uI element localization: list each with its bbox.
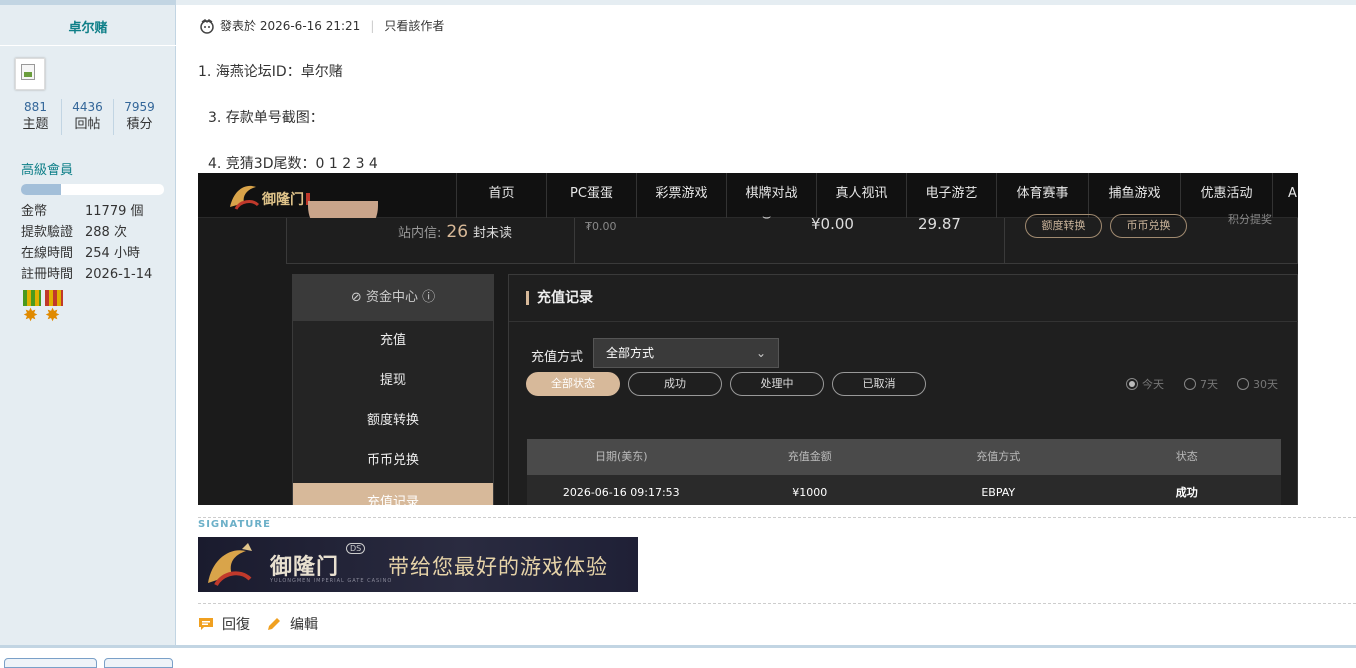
post-line-deposit: 3. 存款单号截图：	[208, 110, 324, 126]
author-stats: 881 主题 4436 回帖 7959 積分	[10, 99, 165, 135]
status-tab-cancelled[interactable]: 已取消	[832, 372, 926, 396]
author-sidebar: 卓尔赌 881 主题 4436 回帖 7959 積分 高級會員 金幣 11779 …	[0, 5, 176, 645]
filter-label: 充值方式	[531, 350, 584, 365]
menu-item-exchange[interactable]: 币币兑换	[293, 441, 493, 481]
avatar[interactable]	[15, 58, 45, 90]
dragon-logo-icon	[208, 543, 252, 587]
menu-item-deposit[interactable]: 充值	[293, 321, 493, 361]
menu-item-withdraw[interactable]: 提现	[293, 361, 493, 401]
range-7d[interactable]: 7天	[1184, 376, 1218, 392]
balance-amount: ¥0.00	[811, 215, 854, 233]
broken-image-icon	[21, 64, 35, 80]
nav-item[interactable]: 捕鱼游戏	[1088, 173, 1180, 218]
exchange-button[interactable]: 币币兑换	[1110, 214, 1187, 238]
casino-logo: 御隆门	[230, 185, 310, 210]
refresh-icon[interactable]: ⌣	[762, 209, 771, 225]
info-row-coins: 金幣 11779 個	[21, 204, 144, 219]
medals: ✸ ✸	[21, 290, 65, 328]
post-meta: 發表於 2026-6-16 21:21 | 只看該作者	[199, 17, 444, 34]
stat-points[interactable]: 7959 積分	[114, 99, 165, 135]
rank-progress-bar	[21, 184, 164, 195]
chevron-down-icon: ⌄	[755, 346, 766, 360]
user-rank[interactable]: 高級會員	[21, 159, 73, 178]
points-amount: 29.87	[918, 215, 961, 233]
table-row: 2026-06-16 09:17:53 ¥1000 EBPAY 成功	[527, 475, 1281, 505]
nav-item[interactable]: 首页	[456, 173, 546, 218]
bottom-button-2[interactable]	[104, 658, 173, 668]
transfer-button[interactable]: 额度转换	[1025, 214, 1102, 238]
nav-item[interactable]: 真人视讯	[816, 173, 906, 218]
nav-item[interactable]: A	[1272, 173, 1298, 218]
edit-pencil-icon	[268, 618, 280, 630]
nav-item[interactable]: 体育赛事	[996, 173, 1088, 218]
edit-button[interactable]: 编輯	[290, 614, 318, 634]
online-status-icon	[200, 18, 214, 34]
stat-replies[interactable]: 4436 回帖	[62, 99, 114, 135]
station-message[interactable]: 站内信: 26 封未读	[398, 222, 512, 242]
info-row-register: 註冊時間 2026-1-14	[21, 267, 153, 282]
deposit-screenshot-image[interactable]: 御隆门 首页 PC蛋蛋 彩票游戏 棋牌对战 真人视讯 电子游艺 体育赛事 捕鱼游戏 优惠活动 A …	[198, 173, 1298, 505]
reply-icon	[199, 618, 213, 630]
fund-center-menu: ⊘ 资金中心 ⓘ 充值 提现 额度转换 币币兑换 充值记录	[292, 274, 494, 505]
nav-item[interactable]: 彩票游戏	[636, 173, 726, 218]
brand-badge: DS	[346, 543, 366, 554]
brand-sub: YULONGMEN IMPERIAL GATE CASINO	[270, 578, 393, 584]
fund-center-title: ⊘ 资金中心 ⓘ	[293, 275, 493, 321]
status-tab-success[interactable]: 成功	[628, 372, 722, 396]
post-actions: 回復 编輯	[198, 614, 318, 634]
status-tab-pending[interactable]: 处理中	[730, 372, 824, 396]
signature-label: SIGNATURE	[198, 519, 271, 530]
points-reward-link[interactable]: 积分提奖	[1228, 211, 1272, 227]
bottom-bar	[0, 645, 1356, 668]
svg-text:御隆门: 御隆门	[261, 191, 304, 208]
menu-item-deposit-records[interactable]: 充值记录	[293, 483, 493, 505]
post-content: 發表於 2026-6-16 21:21 | 只看該作者 1. 海燕论坛ID：卓尔…	[177, 5, 1356, 645]
status-tab-all[interactable]: 全部状态	[526, 372, 620, 396]
stat-topics[interactable]: 881 主题	[10, 99, 62, 135]
method-select[interactable]: 全部方式 ⌄	[593, 338, 779, 368]
info-row-online: 在線時間 254 小時	[21, 246, 140, 261]
post-line-forum-id: 1. 海燕论坛ID：卓尔赌	[198, 64, 343, 80]
reply-button[interactable]: 回復	[222, 614, 250, 634]
medal-icon[interactable]: ✸	[43, 290, 65, 328]
deposit-records-panel: 充值记录 充值方式 全部方式 ⌄ 全部状态 成功 处理中 已取消 今天 7天 30…	[508, 274, 1298, 505]
medal-icon[interactable]: ✸	[21, 290, 43, 328]
currency-small: ₮0.00	[585, 220, 617, 233]
nav-item[interactable]: PC蛋蛋	[546, 173, 636, 218]
author-name[interactable]: 卓尔赌	[0, 17, 176, 36]
brand-name: 御隆门	[270, 555, 340, 580]
range-30d[interactable]: 30天	[1237, 376, 1278, 392]
author-info: 金幣 11779 個 提款驗證 288 次 在線時間 254 小時 註冊時間 2026-…	[21, 201, 152, 285]
range-today[interactable]: 今天	[1126, 376, 1164, 392]
records-table-header: 日期(美东) 充值金额 充值方式 状态	[527, 439, 1281, 475]
post-time: 發表於 2026-6-16 21:21	[220, 19, 361, 33]
menu-item-transfer[interactable]: 额度转换	[293, 401, 493, 441]
info-row-withdraw: 提款驗證 288 次	[21, 225, 127, 240]
nav-item[interactable]: 电子游艺	[906, 173, 996, 218]
post-line-guess: 4. 竞猜3D尾数：0 1 2 3 4	[208, 156, 378, 172]
panel-title: 充值记录	[526, 291, 593, 305]
brand-tagline: 带给您最好的游戏体验	[388, 555, 608, 579]
signature-banner[interactable]: 御隆门 YULONGMEN IMPERIAL GATE CASINO DS 带给…	[198, 537, 638, 592]
only-author-link[interactable]: 只看該作者	[384, 17, 444, 34]
bottom-button-1[interactable]	[4, 658, 97, 668]
